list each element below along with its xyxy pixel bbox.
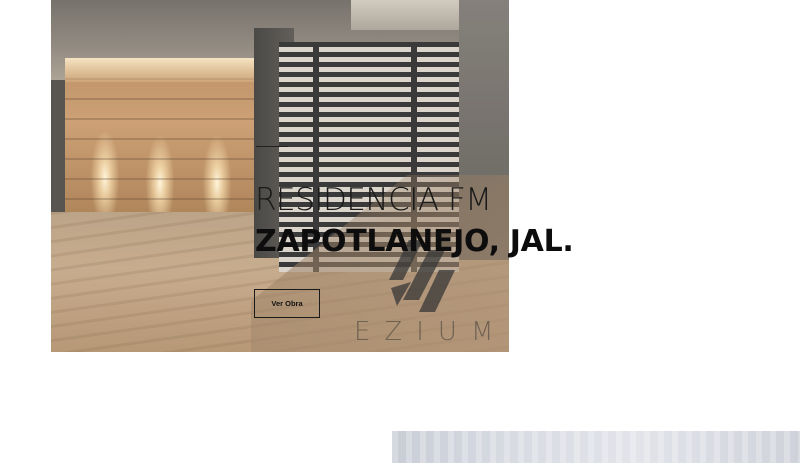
accent-divider <box>256 146 288 147</box>
project-title: RESIDENCIA FM <box>255 182 492 218</box>
page: EZIUM RESIDENCIA FM ZAPOTLANEJO, JAL. Ve… <box>0 0 800 463</box>
next-project-photo <box>392 431 800 463</box>
logo-wordmark: EZIUM <box>354 317 508 347</box>
project-location: ZAPOTLANEJO, JAL. <box>255 224 574 259</box>
view-project-button[interactable]: Ver Obra <box>254 289 320 318</box>
next-photo-texture <box>392 431 800 463</box>
